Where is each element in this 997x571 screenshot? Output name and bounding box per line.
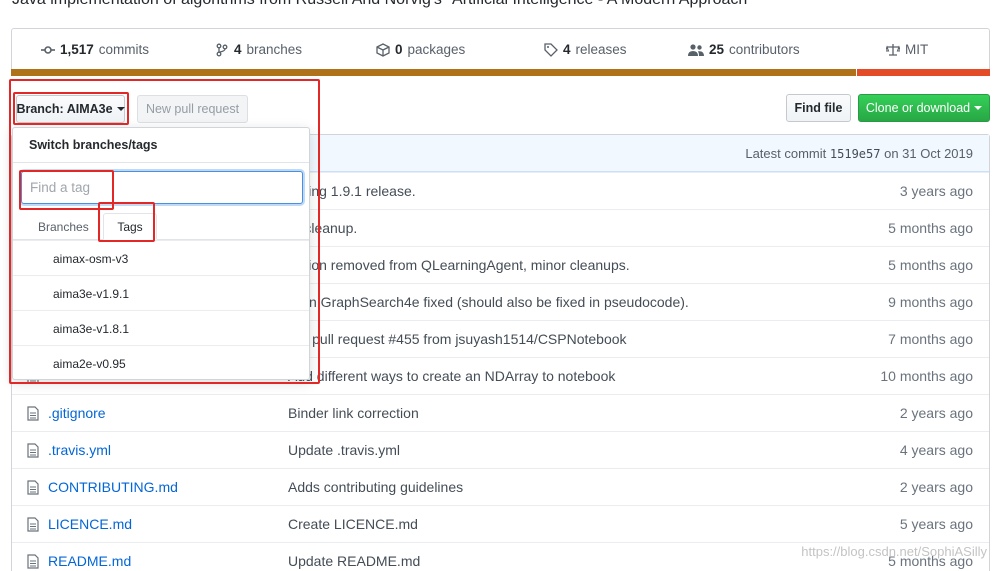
- file-row: CONTRIBUTING.md Adds contributing guideli…: [12, 468, 989, 505]
- commit-age: 4 years ago: [899, 442, 973, 458]
- caret-down-icon: [974, 106, 983, 110]
- tab-tags[interactable]: Tags: [103, 213, 157, 240]
- tag-item-label: aima3e-v1.9.1: [53, 287, 130, 301]
- tag-icon: [544, 42, 558, 57]
- tag-item-label: aima3e-v1.8.1: [53, 322, 130, 336]
- file-name-link[interactable]: .gitignore: [48, 405, 106, 421]
- releases-stat[interactable]: 4 releases: [544, 42, 627, 57]
- tab-branches[interactable]: Branches: [38, 220, 89, 234]
- commits-label: commits: [98, 42, 150, 57]
- latest-commit-info: Latest commit 1519e57 on 31 Oct 2019: [745, 146, 973, 161]
- commit-icon: [41, 45, 55, 54]
- tag-item[interactable]: aima2e-v0.95: [13, 345, 309, 380]
- file-name-link[interactable]: LICENCE.md: [48, 516, 132, 532]
- packages-stat[interactable]: 0 packages: [376, 42, 465, 57]
- file-name-link[interactable]: CONTRIBUTING.md: [48, 479, 178, 495]
- package-icon: [376, 42, 390, 57]
- clone-download-button[interactable]: Clone or download: [858, 94, 990, 122]
- commit-message-link[interactable]: Update .travis.yml: [288, 442, 400, 458]
- branch-select-label: Branch: AIMA3e: [16, 102, 113, 116]
- tag-item-label: aimax-osm-v3: [53, 252, 129, 266]
- packages-count: 0: [395, 42, 403, 57]
- commit-message-link[interactable]: rge pull request #455 from jsuyash1514/C…: [288, 331, 627, 347]
- commit-age: 3 years ago: [899, 183, 973, 199]
- file-row: .travis.yml Update .travis.yml 4 years ago: [12, 431, 989, 468]
- branch-tag-dropdown: Switch branches/tags Branches Tags aimax…: [12, 127, 310, 380]
- commit-message-link[interactable]: Binder link correction: [288, 405, 419, 421]
- file-icon: [27, 554, 39, 569]
- tag-filter-input[interactable]: [21, 171, 303, 204]
- language-bar-other: [857, 69, 990, 76]
- new-pull-request-button[interactable]: New pull request: [137, 95, 248, 123]
- language-bar-java: [11, 69, 856, 76]
- license-label: MIT: [905, 42, 929, 57]
- commit-message-link[interactable]: Update README.md: [288, 553, 420, 569]
- dropdown-title: Switch branches/tags: [29, 138, 158, 152]
- commit-age: 10 months ago: [880, 368, 973, 384]
- dropdown-divider: [13, 162, 309, 163]
- packages-label: packages: [407, 42, 466, 57]
- commit-age: 5 months ago: [888, 220, 973, 236]
- contributors-stat[interactable]: 25 contributors: [688, 42, 800, 57]
- commit-age: 2 years ago: [899, 405, 973, 421]
- repo-stats-bar: 1,517 commits 4 branches 0 packages 4 re…: [11, 28, 990, 75]
- file-name-link[interactable]: README.md: [48, 553, 131, 569]
- contributors-label: contributors: [729, 42, 800, 57]
- commit-message-link[interactable]: Create LICENCE.md: [288, 516, 418, 532]
- tag-item[interactable]: aimax-osm-v3: [13, 240, 309, 275]
- file-row: LICENCE.md Create LICENCE.md 5 years ago: [12, 505, 989, 542]
- latest-commit-prefix: Latest commit: [745, 146, 827, 161]
- law-icon: [886, 43, 900, 56]
- tag-item[interactable]: aima3e-v1.9.1: [13, 275, 309, 310]
- clone-download-label: Clone or download: [865, 101, 971, 115]
- repo-description: Java implementation of algorithms from R…: [12, 0, 753, 9]
- commit-age: 5 years ago: [899, 516, 973, 532]
- tag-item-label: aima2e-v0.95: [53, 357, 126, 371]
- branches-stat[interactable]: 4 branches: [215, 42, 302, 57]
- branches-label: branches: [246, 42, 303, 57]
- file-icon: [27, 480, 39, 495]
- branch-select-button[interactable]: Branch: AIMA3e: [16, 95, 125, 123]
- releases-label: releases: [575, 42, 627, 57]
- file-name-link[interactable]: .travis.yml: [48, 442, 111, 458]
- license-stat[interactable]: MIT: [886, 42, 928, 57]
- find-file-button[interactable]: Find file: [786, 94, 851, 122]
- releases-count: 4: [563, 42, 571, 57]
- commit-age: 5 months ago: [888, 257, 973, 273]
- file-icon: [27, 443, 39, 458]
- branches-count: 4: [234, 42, 242, 57]
- commit-age: 7 months ago: [888, 331, 973, 347]
- commit-message-link[interactable]: Action removed from QLearningAgent, mino…: [288, 257, 630, 273]
- commits-count: 1,517: [60, 42, 94, 57]
- commit-message-link[interactable]: Add different ways to create an NDArray …: [288, 368, 615, 384]
- branch-icon: [216, 43, 228, 56]
- commit-message-link[interactable]: Adds contributing guidelines: [288, 479, 463, 495]
- caret-down-icon: [116, 107, 125, 111]
- people-icon: [688, 43, 704, 56]
- file-icon: [27, 517, 39, 532]
- file-icon: [27, 406, 39, 421]
- commits-stat[interactable]: 1,517 commits: [41, 42, 149, 57]
- commit-age: 2 years ago: [899, 479, 973, 495]
- latest-commit-sha[interactable]: 1519e57: [830, 147, 881, 161]
- latest-commit-date: on 31 Oct 2019: [884, 146, 973, 161]
- commit-age: 9 months ago: [888, 294, 973, 310]
- tag-item[interactable]: aima3e-v1.8.1: [13, 310, 309, 345]
- commit-message-link[interactable]: lts in GraphSearch4e fixed (should also …: [288, 294, 689, 310]
- contributors-count: 25: [709, 42, 725, 57]
- file-row: .gitignore Binder link correction 2 years …: [12, 394, 989, 431]
- watermark-text: https://blog.csdn.net/SophiASilly: [801, 544, 987, 559]
